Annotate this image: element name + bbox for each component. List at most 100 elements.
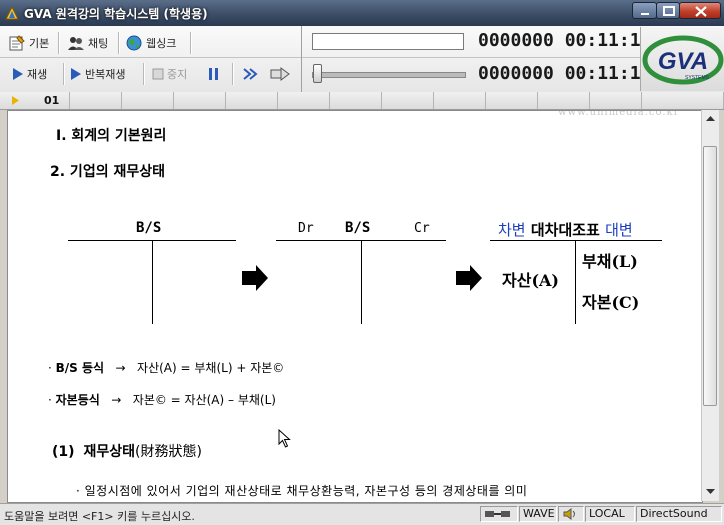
page-tab[interactable]: [70, 92, 122, 109]
skip-forward-icon: [270, 67, 290, 81]
toolbar-divider: [0, 57, 640, 58]
lcd-counter-bottom: 0000000 00:11:11: [478, 63, 652, 84]
speaker-icon: [563, 508, 575, 520]
repeat-play-icon: [71, 68, 81, 80]
scroll-thumb[interactable]: [703, 146, 717, 406]
page-tab[interactable]: [486, 92, 538, 109]
capital-equation-arrow: →: [111, 393, 122, 407]
watermark: www.unimedia.co.kr: [558, 110, 680, 118]
page-tab[interactable]: [174, 92, 226, 109]
toolbar-separator: [143, 63, 145, 85]
page-tab[interactable]: [590, 92, 642, 109]
local-indicator: LOCAL: [585, 506, 635, 522]
app-icon: [5, 5, 19, 20]
section-number: (1): [52, 444, 75, 460]
mouse-cursor-icon: [278, 429, 291, 448]
asset-label: 자산(A): [502, 271, 559, 290]
bs-equation-formula: 자산(A) = 부채(L) + 자본©: [137, 361, 285, 375]
arrow-right-icon: [242, 265, 268, 291]
liability-label: 부채(L): [582, 252, 638, 271]
bs-equation-arrow: →: [115, 361, 126, 375]
section-financial-status: (1) 재무상태(財務狀態): [52, 441, 202, 461]
debit-side-label: 차변: [498, 221, 526, 239]
bs-label-1: B/S: [136, 220, 162, 236]
toolbar-separator: [63, 63, 65, 85]
speaker-indicator: [558, 506, 584, 522]
t-account-1-stem: [152, 241, 153, 324]
balance-sheet-title: 차변 대차대조표 대변: [498, 219, 633, 240]
credit-side-label: 대변: [605, 221, 633, 239]
page-tab[interactable]: [122, 92, 174, 109]
balance-sheet-divider: [575, 241, 576, 324]
play-button[interactable]: 재생: [12, 62, 47, 86]
network-indicator: [480, 506, 518, 522]
directsound-indicator: DirectSound: [636, 506, 722, 522]
maximize-icon: [663, 6, 675, 16]
capital-equation-formula: 자본© = 자산(A) – 부채(L): [132, 393, 276, 407]
seek-track[interactable]: [312, 72, 466, 78]
status-bar: 도움말을 보려면 <F1> 키를 누르십시오. WAVE LOCAL Direc…: [0, 503, 724, 525]
page-tab[interactable]: [538, 92, 590, 109]
scroll-down-arrow-icon: [706, 489, 715, 494]
globe-icon: [126, 35, 142, 51]
home-label: 기본: [29, 37, 50, 50]
chat-label: 채팅: [88, 37, 109, 50]
heading-financial-position: 2. 기업의 재무상태: [50, 164, 165, 180]
minimize-button[interactable]: [632, 2, 657, 19]
home-button[interactable]: 기본: [8, 31, 49, 55]
close-button[interactable]: [679, 2, 721, 19]
page-tab[interactable]: [278, 92, 330, 109]
bs-equation-name: B/S 등식: [55, 361, 105, 375]
scroll-up-arrow-icon: [706, 116, 715, 121]
fast-forward-icon: [243, 68, 258, 80]
page-tab[interactable]: [382, 92, 434, 109]
current-page-arrow-icon: [12, 96, 19, 105]
vertical-scrollbar[interactable]: [701, 110, 719, 501]
toolbar-separator: [232, 63, 234, 85]
gva-logo: GVA SYSTEMS: [640, 27, 724, 91]
volume-display[interactable]: [312, 33, 464, 50]
network-icon: [485, 511, 510, 517]
window-title: GVA 원격강의 학습시스템 (학생용): [24, 7, 208, 21]
wave-indicator: WAVE: [519, 506, 557, 522]
seek-thumb[interactable]: [313, 64, 322, 83]
section-title: 재무상태: [83, 444, 135, 460]
toolbar-separator: [190, 32, 192, 54]
balance-sheet-top-line: [490, 240, 662, 241]
page-tab-bar: 01: [0, 92, 724, 110]
help-hint: 도움말을 보려면 <F1> 키를 누르십시오.: [4, 510, 195, 523]
page-tab[interactable]: [226, 92, 278, 109]
notepad-icon: [9, 35, 25, 51]
t-account-2-stem: [361, 241, 362, 324]
fast-forward-button[interactable]: [242, 62, 263, 86]
bs-equation: · B/S 등식 → 자산(A) = 부채(L) + 자본©: [48, 361, 285, 375]
scroll-down-button[interactable]: [702, 483, 719, 500]
toolbar-separator: [118, 32, 120, 54]
balance-sheet-name: 대차대조표: [530, 221, 600, 239]
arrow-right-icon: [456, 265, 482, 291]
pause-icon: [209, 68, 218, 80]
credit-label: Cr: [414, 221, 430, 236]
lcd-counter-top: 0000000 00:11:11: [478, 30, 652, 51]
page-tab-current[interactable]: 01: [0, 92, 70, 109]
weblink-button[interactable]: 웹싱크: [125, 31, 176, 55]
chat-button[interactable]: 채팅: [67, 31, 108, 55]
skip-button[interactable]: [270, 62, 293, 86]
stop-button[interactable]: 중지: [152, 62, 187, 86]
stop-icon: [152, 68, 164, 80]
scroll-up-button[interactable]: [702, 110, 719, 127]
capital-equation: · 자본등식 → 자본© = 자산(A) – 부채(L): [48, 393, 276, 407]
slide-content: www.unimedia.co.kr Ⅰ. 회계의 기본원리 2. 기업의 재무…: [7, 110, 703, 503]
pause-button[interactable]: [207, 62, 224, 86]
play-label: 재생: [27, 68, 48, 81]
repeat-button[interactable]: 반복재생: [70, 62, 125, 86]
logo-text: GVA: [658, 48, 708, 75]
page-tab[interactable]: [434, 92, 486, 109]
page-tab[interactable]: [642, 92, 724, 109]
logo-subtext: SYSTEMS: [685, 75, 710, 81]
page-tab[interactable]: [330, 92, 382, 109]
page-number: 01: [44, 94, 60, 107]
maximize-button[interactable]: [656, 2, 680, 19]
close-icon: [695, 6, 707, 17]
toolbar-row-top: 기본 채팅 웹싱크: [0, 28, 300, 58]
